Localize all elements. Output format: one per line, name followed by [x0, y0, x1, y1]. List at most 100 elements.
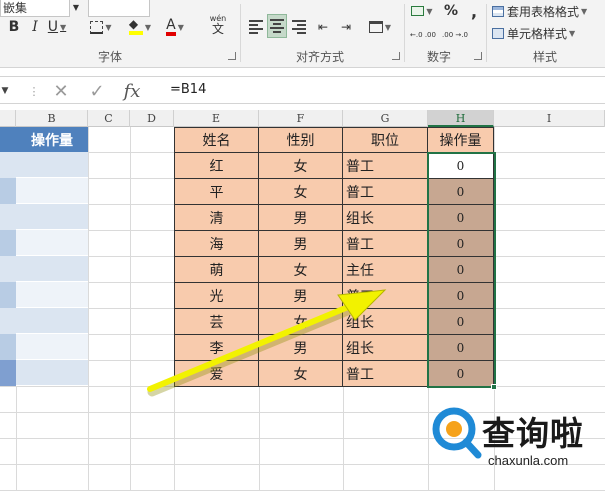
- fill-color-button[interactable]: ◆ ▼: [124, 16, 156, 38]
- left-table-cell[interactable]: [16, 230, 88, 256]
- insert-function-icon[interactable]: fx: [118, 80, 146, 102]
- border-button[interactable]: ▼: [86, 16, 116, 38]
- italic-button[interactable]: I: [25, 16, 45, 38]
- cell-name[interactable]: 李: [174, 335, 259, 361]
- cell-gender[interactable]: 男: [259, 205, 343, 231]
- name-box-dropdown[interactable]: ▼: [0, 80, 10, 102]
- cell-gender[interactable]: 女: [259, 257, 343, 283]
- number-dialog-launcher-icon[interactable]: [474, 52, 482, 60]
- cell-name[interactable]: 光: [174, 283, 259, 309]
- column-header-d[interactable]: D: [130, 110, 174, 127]
- formula-input[interactable]: =B14: [170, 82, 206, 97]
- font-name-box[interactable]: 嵌集: [0, 0, 70, 17]
- cell-amount[interactable]: 0: [428, 283, 494, 309]
- cell-styles-button[interactable]: 单元格样式 ▼: [492, 22, 602, 44]
- increase-indent-button[interactable]: ⇥: [336, 16, 356, 38]
- fill-handle[interactable]: [491, 384, 497, 390]
- left-table-cell[interactable]: [0, 360, 16, 386]
- cell-gender[interactable]: 男: [259, 335, 343, 361]
- cell-position[interactable]: 普工: [343, 153, 428, 179]
- table-header-name[interactable]: 姓名: [174, 127, 259, 153]
- cell-position[interactable]: 普工: [343, 283, 428, 309]
- cell-gender[interactable]: 男: [259, 283, 343, 309]
- column-header-i[interactable]: I: [494, 110, 605, 127]
- bold-button[interactable]: B: [4, 16, 24, 38]
- align-right-button[interactable]: [289, 16, 309, 38]
- align-left-button[interactable]: [246, 16, 266, 38]
- phonetic-button[interactable]: wén 文: [202, 14, 234, 36]
- cell-gender[interactable]: 女: [259, 361, 343, 387]
- font-name-dropdown[interactable]: ▼: [70, 0, 82, 17]
- format-as-table-button[interactable]: 套用表格格式 ▼: [492, 0, 602, 22]
- left-table-cell[interactable]: [16, 282, 88, 308]
- left-table-cell[interactable]: [0, 282, 16, 308]
- cell-position[interactable]: 主任: [343, 257, 428, 283]
- cell-name[interactable]: 芸: [174, 309, 259, 335]
- cell-name[interactable]: 爱: [174, 361, 259, 387]
- underline-button[interactable]: U ▼: [46, 16, 68, 38]
- cell-name[interactable]: 海: [174, 231, 259, 257]
- cell-position[interactable]: 组长: [343, 309, 428, 335]
- cell-position[interactable]: 普工: [343, 361, 428, 387]
- column-header-a[interactable]: [0, 110, 16, 127]
- accounting-format-button[interactable]: ▼: [408, 0, 436, 22]
- increase-decimal-button[interactable]: ←.0 .00: [408, 24, 438, 46]
- column-header-e[interactable]: E: [174, 110, 259, 127]
- cell-amount[interactable]: 0: [428, 309, 494, 335]
- decrease-indent-button[interactable]: ⇤: [313, 16, 333, 38]
- cell-gender[interactable]: 女: [259, 309, 343, 335]
- column-header-h[interactable]: H: [428, 110, 494, 127]
- left-table-cell[interactable]: [16, 334, 88, 360]
- left-table-cell[interactable]: [0, 256, 16, 282]
- table-header-gender[interactable]: 性别: [259, 127, 343, 153]
- cell-position[interactable]: 组长: [343, 205, 428, 231]
- enter-icon[interactable]: ✓: [84, 80, 110, 102]
- left-table-cell[interactable]: [0, 230, 16, 256]
- cell-gender[interactable]: 男: [259, 231, 343, 257]
- cell-name[interactable]: 红: [174, 153, 259, 179]
- cell-amount[interactable]: 0: [428, 153, 494, 179]
- left-table-header[interactable]: 操作量: [16, 127, 88, 152]
- left-table-cell[interactable]: [16, 204, 88, 230]
- left-table-cell[interactable]: [0, 152, 16, 178]
- font-dialog-launcher-icon[interactable]: [228, 52, 236, 60]
- cell-amount[interactable]: 0: [428, 205, 494, 231]
- font-color-button[interactable]: A ▼: [160, 16, 190, 38]
- column-header-b[interactable]: B: [16, 110, 88, 127]
- left-table-cell[interactable]: [0, 308, 16, 334]
- column-header-g[interactable]: G: [343, 110, 428, 127]
- column-header-c[interactable]: C: [88, 110, 130, 127]
- align-center-button[interactable]: [267, 14, 287, 38]
- table-header-position[interactable]: 职位: [343, 127, 428, 153]
- left-table-cell[interactable]: [16, 256, 88, 282]
- cell-amount[interactable]: 0: [428, 257, 494, 283]
- cell-position[interactable]: 普工: [343, 179, 428, 205]
- alignment-dialog-launcher-icon[interactable]: [392, 52, 400, 60]
- cell-amount[interactable]: 0: [428, 361, 494, 387]
- left-table-cell[interactable]: [16, 178, 88, 204]
- cell-position[interactable]: 组长: [343, 335, 428, 361]
- cell-position[interactable]: 普工: [343, 231, 428, 257]
- cell-amount[interactable]: 0: [428, 231, 494, 257]
- cell-amount[interactable]: 0: [428, 335, 494, 361]
- table-header-amount[interactable]: 操作量: [428, 127, 494, 153]
- comma-button[interactable]: ,: [466, 0, 482, 22]
- decrease-decimal-button[interactable]: .00 →.0: [440, 24, 470, 46]
- left-table-cell[interactable]: [0, 178, 16, 204]
- cell-gender[interactable]: 女: [259, 179, 343, 205]
- left-table-cell[interactable]: [16, 308, 88, 334]
- cell-name[interactable]: 平: [174, 179, 259, 205]
- merge-center-button[interactable]: ▼: [365, 16, 395, 38]
- left-table-cell[interactable]: [0, 204, 16, 230]
- cancel-icon[interactable]: ✕: [48, 80, 74, 102]
- cell-name[interactable]: 清: [174, 205, 259, 231]
- cell-name[interactable]: 萌: [174, 257, 259, 283]
- font-size-box[interactable]: [88, 0, 150, 17]
- left-table-cell[interactable]: [16, 152, 88, 178]
- left-table-cell[interactable]: [16, 360, 88, 386]
- left-table-cell[interactable]: [0, 334, 16, 360]
- percent-button[interactable]: %: [440, 0, 462, 22]
- cell-gender[interactable]: 女: [259, 153, 343, 179]
- cell-amount[interactable]: 0: [428, 179, 494, 205]
- left-table-header-cell[interactable]: [0, 127, 16, 152]
